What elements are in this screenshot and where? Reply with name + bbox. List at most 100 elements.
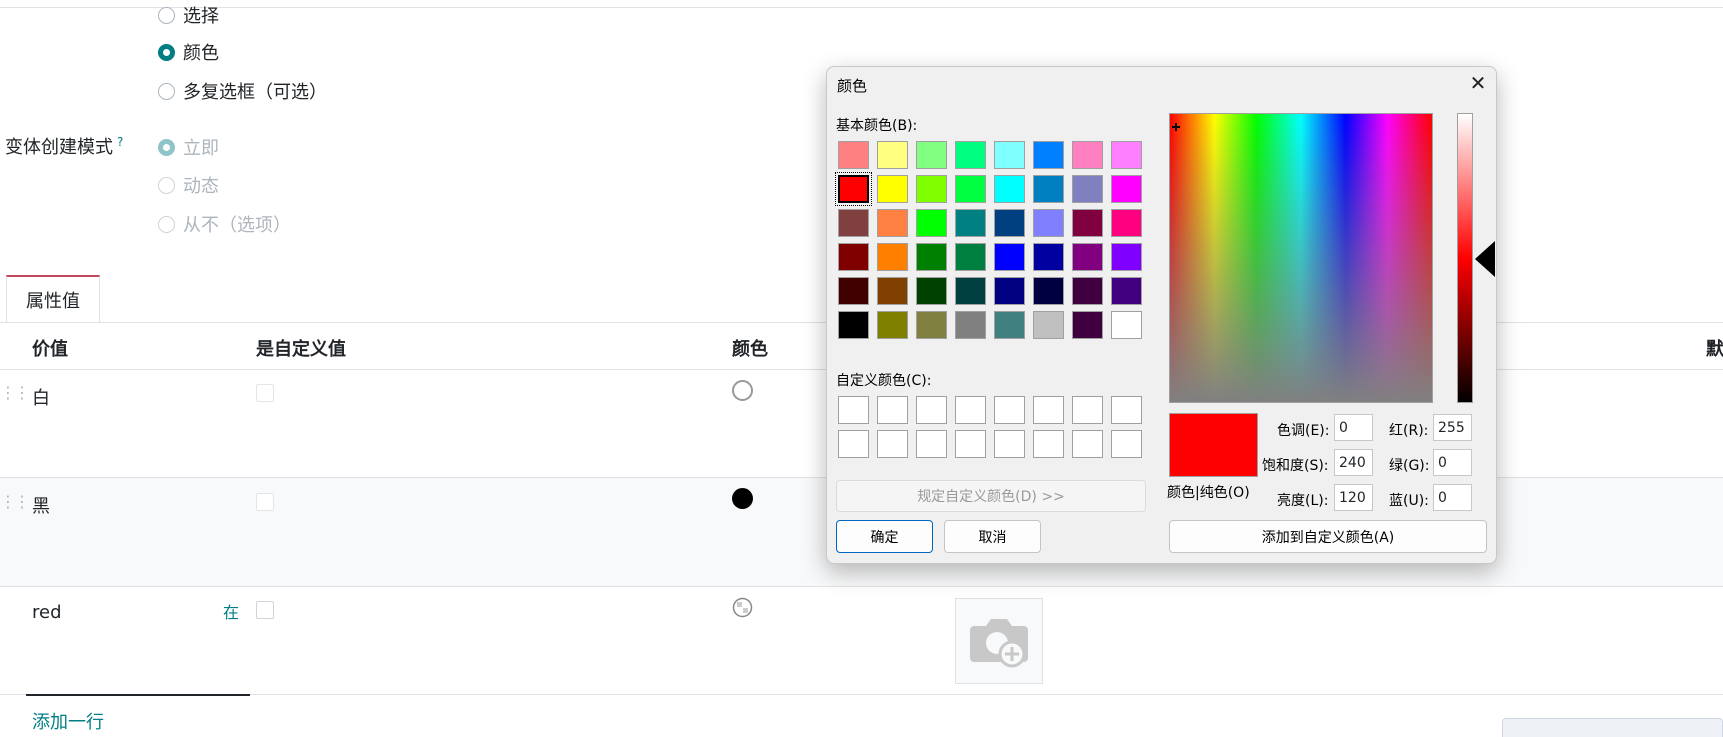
custom-color-slot[interactable] — [877, 396, 908, 424]
basic-color-swatch[interactable] — [1111, 141, 1142, 169]
radio-button[interactable] — [158, 138, 175, 156]
basic-color-swatch[interactable] — [955, 141, 986, 169]
tab-attribute-values[interactable]: 属性值 — [6, 275, 100, 323]
basic-color-swatch[interactable] — [838, 311, 869, 339]
custom-color-slot[interactable] — [994, 396, 1025, 424]
basic-color-swatch[interactable] — [916, 243, 947, 271]
basic-color-swatch[interactable] — [994, 277, 1025, 305]
hue-input[interactable]: 0 — [1334, 414, 1373, 441]
image-upload-placeholder[interactable] — [955, 598, 1043, 684]
radio-option-dynamic[interactable]: 动态 — [158, 172, 219, 198]
basic-color-swatch[interactable] — [955, 243, 986, 271]
radio-option-select[interactable]: 选择 — [158, 2, 219, 28]
ok-button[interactable]: 确定 — [836, 520, 933, 553]
is-custom-checkbox[interactable] — [256, 493, 274, 511]
radio-button[interactable] — [158, 82, 175, 100]
basic-color-swatch[interactable] — [1072, 175, 1103, 203]
row-value[interactable]: 黑 — [32, 492, 50, 518]
basic-color-swatch[interactable] — [1033, 277, 1064, 305]
custom-color-slot[interactable] — [1111, 396, 1142, 424]
basic-color-swatch[interactable] — [1111, 209, 1142, 237]
basic-color-swatch[interactable] — [916, 141, 947, 169]
radio-button[interactable] — [158, 176, 175, 194]
row-value[interactable]: red — [32, 602, 62, 623]
basic-color-swatch[interactable] — [916, 209, 947, 237]
basic-color-swatch[interactable] — [877, 209, 908, 237]
radio-option-instantly[interactable]: 立即 — [158, 134, 219, 160]
basic-color-swatch[interactable] — [1033, 175, 1064, 203]
basic-color-swatch[interactable] — [1072, 277, 1103, 305]
custom-color-slot[interactable] — [1072, 430, 1103, 458]
saturation-input[interactable]: 240 — [1334, 449, 1373, 476]
custom-color-slot[interactable] — [838, 430, 869, 458]
color-swatch-white[interactable] — [732, 380, 753, 401]
column-header-default[interactable]: 默 — [1706, 335, 1723, 361]
add-to-custom-colors-button[interactable]: 添加到自定义颜色(A) — [1169, 520, 1487, 553]
basic-color-swatch[interactable] — [955, 175, 986, 203]
custom-color-slot[interactable] — [955, 430, 986, 458]
crosshair-icon[interactable] — [1172, 115, 1180, 131]
basic-color-swatch[interactable] — [838, 141, 869, 169]
basic-color-swatch[interactable] — [916, 277, 947, 305]
basic-color-swatch[interactable] — [877, 243, 908, 271]
basic-color-swatch[interactable] — [994, 141, 1025, 169]
basic-color-swatch[interactable] — [877, 277, 908, 305]
basic-color-swatch[interactable] — [1111, 175, 1142, 203]
help-tooltip-icon[interactable]: ? — [117, 135, 123, 149]
drag-handle-icon[interactable]: ⋮⋮ — [0, 383, 30, 402]
add-line-link[interactable]: 添加一行 — [32, 708, 104, 734]
basic-color-swatch[interactable] — [994, 209, 1025, 237]
luminance-slider[interactable] — [1457, 113, 1473, 403]
radio-option-multi-checkbox[interactable]: 多复选框（可选） — [158, 78, 327, 104]
basic-color-swatch[interactable] — [1111, 243, 1142, 271]
color-swatch-black[interactable] — [732, 488, 753, 509]
radio-button[interactable] — [158, 6, 175, 24]
radio-option-color[interactable]: 颜色 — [158, 39, 219, 65]
custom-color-slot[interactable] — [877, 430, 908, 458]
basic-color-swatch[interactable] — [1033, 141, 1064, 169]
custom-color-slot[interactable] — [1033, 430, 1064, 458]
custom-color-slot[interactable] — [994, 430, 1025, 458]
basic-color-swatch[interactable] — [994, 243, 1025, 271]
luminance-arrow-icon[interactable] — [1475, 241, 1495, 277]
column-header-is-custom[interactable]: 是自定义值 — [256, 335, 346, 361]
close-icon[interactable]: ✕ — [1467, 73, 1489, 95]
custom-color-slot[interactable] — [838, 396, 869, 424]
basic-color-swatch[interactable] — [1033, 311, 1064, 339]
basic-color-swatch[interactable] — [1072, 243, 1103, 271]
basic-color-swatch[interactable] — [838, 277, 869, 305]
basic-color-swatch[interactable] — [1033, 243, 1064, 271]
red-input[interactable]: 255 — [1433, 414, 1472, 441]
drag-handle-icon[interactable]: ⋮⋮ — [0, 492, 30, 511]
cancel-button[interactable]: 取消 — [944, 520, 1041, 553]
basic-color-swatch[interactable] — [1072, 311, 1103, 339]
column-header-color[interactable]: 颜色 — [732, 335, 768, 361]
basic-color-swatch[interactable] — [877, 311, 908, 339]
basic-color-swatch[interactable] — [994, 311, 1025, 339]
basic-color-swatch[interactable] — [1033, 209, 1064, 237]
basic-color-swatch[interactable] — [838, 209, 869, 237]
basic-color-swatch[interactable] — [877, 175, 908, 203]
basic-color-swatch[interactable] — [916, 175, 947, 203]
custom-color-slot[interactable] — [916, 396, 947, 424]
radio-button[interactable] — [158, 215, 175, 233]
basic-color-swatch[interactable] — [955, 311, 986, 339]
luminance-input[interactable]: 120 — [1334, 484, 1373, 511]
hue-saturation-spectrum[interactable] — [1169, 113, 1433, 403]
basic-color-swatch[interactable] — [916, 311, 947, 339]
custom-color-slot[interactable] — [955, 396, 986, 424]
basic-color-swatch[interactable] — [838, 243, 869, 271]
basic-color-swatch[interactable] — [1111, 311, 1142, 339]
basic-color-swatch[interactable] — [1072, 209, 1103, 237]
is-custom-checkbox[interactable] — [256, 601, 274, 619]
blue-input[interactable]: 0 — [1433, 484, 1472, 511]
custom-color-slot[interactable] — [1072, 396, 1103, 424]
column-header-value[interactable]: 价值 — [32, 335, 68, 361]
basic-color-swatch[interactable] — [994, 175, 1025, 203]
row-value[interactable]: 白 — [32, 384, 50, 410]
basic-color-swatch[interactable] — [1111, 277, 1142, 305]
is-custom-checkbox[interactable] — [256, 384, 274, 402]
radio-button[interactable] — [158, 43, 175, 61]
radio-option-never[interactable]: 从不（选项） — [158, 211, 291, 237]
custom-color-slot[interactable] — [1033, 396, 1064, 424]
